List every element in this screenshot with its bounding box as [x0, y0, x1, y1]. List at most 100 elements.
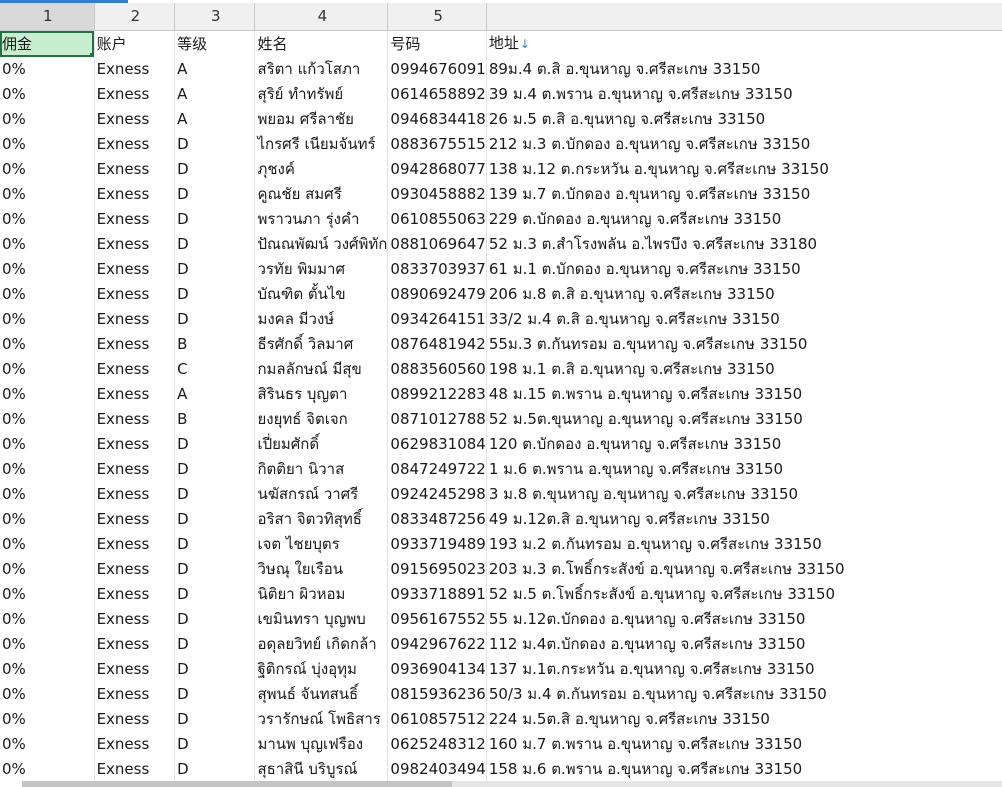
cell-phone[interactable]: 0847249722: [387, 457, 487, 482]
sort-descending-icon[interactable]: ↓: [520, 37, 530, 51]
cell-address[interactable]: 48 ม.15 ต.พราน อ.ขุนหาญ จ.ศรีสะเกษ 33150: [486, 382, 1002, 407]
cell-address[interactable]: 206 ม.8 ต.สิ อ.ขุนหาญ จ.ศรีสะเกษ 33150: [486, 282, 1002, 307]
cell-address[interactable]: 50/3 ม.4 ต.กันทรอม อ.ขุนหาญ จ.ศรีสะเกษ 3…: [486, 682, 1002, 707]
cell-level[interactable]: D: [174, 307, 256, 332]
cell-account[interactable]: Exness: [94, 532, 176, 557]
cell-account[interactable]: Exness: [94, 707, 176, 732]
cell-address[interactable]: 26 ม.5 ต.สิ อ.ขุนหาญ จ.ศรีสะเกษ 33150: [486, 107, 1002, 132]
cell-phone[interactable]: 0629831084: [387, 432, 487, 457]
cell-commission[interactable]: 0%: [0, 482, 95, 507]
column-number-3[interactable]: 3: [174, 3, 256, 31]
cell-commission[interactable]: 0%: [0, 182, 95, 207]
cell-phone[interactable]: 0614658892: [387, 82, 487, 107]
cell-phone[interactable]: 0942967622: [387, 632, 487, 657]
cell-level[interactable]: A: [174, 382, 256, 407]
cell-account[interactable]: Exness: [94, 257, 176, 282]
cell-account[interactable]: Exness: [94, 207, 176, 232]
cell-address[interactable]: 49 ม.12ต.สิ อ.ขุนหาญ จ.ศรีสะเกษ 33150: [486, 507, 1002, 532]
cell-commission[interactable]: 0%: [0, 457, 95, 482]
cell-account[interactable]: Exness: [94, 307, 176, 332]
cell-level[interactable]: A: [174, 107, 256, 132]
cell-name[interactable]: สุริย์ ทำทรัพย์: [254, 82, 389, 107]
cell-commission[interactable]: 0%: [0, 57, 95, 82]
cell-level[interactable]: B: [174, 332, 256, 357]
cell-address[interactable]: 193 ม.2 ต.กันทรอม อ.ขุนหาญ จ.ศรีสะเกษ 33…: [486, 532, 1002, 557]
cell-commission[interactable]: 0%: [0, 132, 95, 157]
cell-level[interactable]: D: [174, 732, 256, 757]
cell-phone[interactable]: 0936904134: [387, 657, 487, 682]
cell-name[interactable]: มานพ บุญเฟรือง: [254, 732, 389, 757]
cell-name[interactable]: เจต ไชยบุตร: [254, 532, 389, 557]
cell-phone[interactable]: 0881069647: [387, 232, 487, 257]
cell-phone[interactable]: 0930458882: [387, 182, 487, 207]
cell-commission[interactable]: 0%: [0, 257, 95, 282]
cell-name[interactable]: คูณชัย สมศรี: [254, 182, 389, 207]
cell-name[interactable]: เขมินทรา บุญพบ: [254, 607, 389, 632]
header-cell-account[interactable]: 账户: [94, 30, 176, 57]
cell-level[interactable]: D: [174, 282, 256, 307]
cell-commission[interactable]: 0%: [0, 432, 95, 457]
cell-account[interactable]: Exness: [94, 732, 176, 757]
cell-name[interactable]: กิตติยา นิวาส: [254, 457, 389, 482]
cell-commission[interactable]: 0%: [0, 682, 95, 707]
cell-address[interactable]: 112 ม.4ต.บักดอง อ.ขุนหาญ จ.ศรีสะเกษ 3315…: [486, 632, 1002, 657]
cell-commission[interactable]: 0%: [0, 82, 95, 107]
cell-phone[interactable]: 0915695023: [387, 557, 487, 582]
cell-name[interactable]: สุพนธ์ จันทสนธิ์: [254, 682, 389, 707]
cell-level[interactable]: D: [174, 257, 256, 282]
cell-address[interactable]: 229 ต.บักดอง อ.ขุนหาญ จ.ศรีสะเกษ 33150: [486, 207, 1002, 232]
cell-account[interactable]: Exness: [94, 657, 176, 682]
cell-address[interactable]: 61 ม.1 ต.บักดอง อ.ขุนหาญ จ.ศรีสะเกษ 3315…: [486, 257, 1002, 282]
cell-name[interactable]: อดุลยวิทย์ เกิดกล้า: [254, 632, 389, 657]
cell-name[interactable]: ไกรศรี เนียมจันทร์: [254, 132, 389, 157]
header-cell-name[interactable]: 姓名: [254, 30, 389, 57]
cell-account[interactable]: Exness: [94, 457, 176, 482]
cell-address[interactable]: 55ม.3 ต.กันทรอม อ.ขุนหาญ จ.ศรีสะเกษ 3315…: [486, 332, 1002, 357]
cell-address[interactable]: 52 ม.3 ต.สำโรงพลัน อ.ไพรบึง จ.ศรีสะเกษ 3…: [486, 232, 1002, 257]
column-number-4[interactable]: 4: [254, 3, 389, 31]
cell-commission[interactable]: 0%: [0, 507, 95, 532]
horizontal-scrollbar[interactable]: [22, 781, 1002, 787]
cell-level[interactable]: D: [174, 482, 256, 507]
cell-name[interactable]: กมลลักษณ์ มีสุข: [254, 357, 389, 382]
cell-name[interactable]: ปัณณพัฒน์ วงศ์พิทัก: [254, 232, 389, 257]
column-number-6-blank[interactable]: [486, 3, 1002, 31]
cell-level[interactable]: D: [174, 157, 256, 182]
cell-name[interactable]: สุธาสินี บริบูรณ์: [254, 757, 389, 782]
cell-account[interactable]: Exness: [94, 607, 176, 632]
cell-level[interactable]: D: [174, 607, 256, 632]
cell-account[interactable]: Exness: [94, 382, 176, 407]
cell-level[interactable]: A: [174, 57, 256, 82]
cell-address[interactable]: 138 ม.12 ต.กระหวัน อ.ขุนหาญ จ.ศรีสะเกษ 3…: [486, 157, 1002, 182]
cell-phone[interactable]: 0890692479: [387, 282, 487, 307]
cell-name[interactable]: พราวนภา รุ่งคำ: [254, 207, 389, 232]
cell-commission[interactable]: 0%: [0, 107, 95, 132]
cell-phone[interactable]: 0610855063: [387, 207, 487, 232]
cell-commission[interactable]: 0%: [0, 557, 95, 582]
cell-commission[interactable]: 0%: [0, 157, 95, 182]
cell-account[interactable]: Exness: [94, 432, 176, 457]
cell-phone[interactable]: 0933718891: [387, 582, 487, 607]
cell-commission[interactable]: 0%: [0, 582, 95, 607]
cell-account[interactable]: Exness: [94, 557, 176, 582]
cell-level[interactable]: D: [174, 207, 256, 232]
cell-account[interactable]: Exness: [94, 107, 176, 132]
cell-address[interactable]: 55 ม.12ต.บักดอง อ.ขุนหาญ จ.ศรีสะเกษ 3315…: [486, 607, 1002, 632]
cell-phone[interactable]: 0899212283: [387, 382, 487, 407]
cell-name[interactable]: นิติยา ผิวหอม: [254, 582, 389, 607]
cell-commission[interactable]: 0%: [0, 707, 95, 732]
cell-phone[interactable]: 0625248312: [387, 732, 487, 757]
cell-address[interactable]: 137 ม.1ต.กระหวัน อ.ขุนหาญ จ.ศรีสะเกษ 331…: [486, 657, 1002, 682]
cell-name[interactable]: นฆัสกรณ์ วาศรี: [254, 482, 389, 507]
cell-name[interactable]: สิรินธร บุญตา: [254, 382, 389, 407]
cell-level[interactable]: B: [174, 407, 256, 432]
cell-commission[interactable]: 0%: [0, 382, 95, 407]
cell-commission[interactable]: 0%: [0, 632, 95, 657]
header-cell-address[interactable]: 地址↓: [486, 31, 1002, 58]
cell-account[interactable]: Exness: [94, 632, 176, 657]
cell-commission[interactable]: 0%: [0, 207, 95, 232]
cell-phone[interactable]: 0934264151: [387, 307, 487, 332]
cell-address[interactable]: 203 ม.3 ต.โพธิ์กระสังข์ อ.ขุนหาญ จ.ศรีสะ…: [486, 557, 1002, 582]
cell-address[interactable]: 3 ม.8 ต.ขุนหาญ อ.ขุนหาญ จ.ศรีสะเกษ 33150: [486, 482, 1002, 507]
cell-commission[interactable]: 0%: [0, 732, 95, 757]
